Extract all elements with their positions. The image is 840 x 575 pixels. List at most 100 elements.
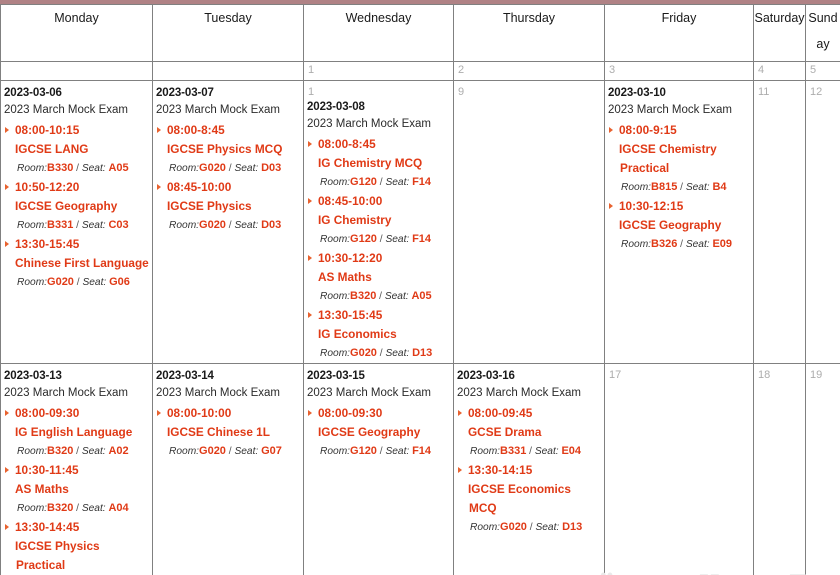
room-label: Room: bbox=[320, 348, 351, 359]
seat-label: Seat: bbox=[384, 291, 409, 302]
calendar-day-cell[interactable]: 1 2023-03-08 2023 March Mock Exam 08:00-8:4… bbox=[303, 80, 454, 364]
exam-slot-time-text: 13:30-15:45 bbox=[15, 237, 80, 251]
day-date-label: 2023-03-14 bbox=[156, 370, 214, 382]
exam-slot-time: 08:00-9:15 bbox=[608, 121, 750, 140]
exam-slot[interactable]: 10:30-12:20 AS Maths Room:B320 / Seat: A05 bbox=[307, 249, 450, 306]
exam-slot[interactable]: 10:50-12:20 IGCSE Geography Room:B331 / Se… bbox=[4, 178, 149, 235]
room-value: B331 bbox=[500, 445, 527, 457]
seat-value: F14 bbox=[412, 445, 432, 457]
weekday-header-row: Monday Tuesday Wednesday Thursday Friday Satu… bbox=[0, 4, 840, 62]
day-cell-content: 11 bbox=[754, 81, 805, 363]
room-value: B331 bbox=[47, 219, 74, 231]
triangle-right-icon bbox=[458, 467, 462, 473]
calendar-day-cell[interactable]: 2023-03-10 2023 March Mock Exam 08:00-9:15… bbox=[604, 80, 754, 364]
day-cell-content: 12 bbox=[806, 81, 840, 363]
exam-slot[interactable]: 13:30-14:45IGCSE Physics PracticalRoom:A… bbox=[4, 518, 149, 575]
exam-slot-subject: IG English Language bbox=[15, 425, 133, 439]
day-number-strip-cell[interactable]: 4 bbox=[753, 61, 806, 81]
exam-slot-subject: IGCSE Physics bbox=[167, 199, 252, 213]
calendar-day-cell[interactable]: 19 bbox=[805, 363, 840, 575]
triangle-right-icon bbox=[308, 410, 312, 416]
day-cell-content: 17 bbox=[605, 364, 753, 575]
seat-label: Seat: bbox=[81, 163, 106, 174]
seat-value: E04 bbox=[561, 445, 582, 457]
room-label: Room: bbox=[621, 182, 652, 193]
day-number-strip-cell[interactable]: 1 bbox=[303, 61, 454, 81]
calendar-day-cell[interactable]: 2023-03-07 2023 March Mock Exam 08:00-8:45… bbox=[152, 80, 304, 364]
day-cell-content: 2023-03-15 2023 March Mock Exam 08:00-09:3… bbox=[304, 364, 453, 575]
exam-slot[interactable]: 08:00-10:00 IGCSE Chinese 1L Room:G020 / S… bbox=[156, 404, 300, 461]
calendar-day-cell[interactable]: 17 bbox=[604, 363, 754, 575]
exam-slot[interactable]: 08:00-09:30 IGCSE Geography Room:G120 / Se… bbox=[307, 404, 450, 461]
day-number-strip-cell[interactable] bbox=[0, 61, 153, 81]
calendar-day-cell[interactable]: 11 bbox=[753, 80, 806, 364]
calendar-day-cell[interactable]: 9 bbox=[453, 80, 605, 364]
exam-slot-time-text: 08:00-09:45 bbox=[468, 406, 533, 420]
calendar-day-cell[interactable]: 2023-03-16 2023 March Mock Exam 08:00-09:4… bbox=[453, 363, 605, 575]
exam-slot[interactable]: 08:00-8:45 IG Chemistry MCQ Room:G120 / Se… bbox=[307, 135, 450, 192]
exam-slot-subject: IG Economics bbox=[318, 327, 397, 341]
calendar-day-cell[interactable]: 2023-03-14 2023 March Mock Exam 08:00-10:0… bbox=[152, 363, 304, 575]
exam-slot[interactable]: 08:45-10:00 IG Chemistry Room:G120 / Seat:… bbox=[307, 192, 450, 249]
seat-label: Seat: bbox=[81, 220, 106, 231]
seat-label: Seat: bbox=[81, 446, 106, 457]
exam-slot-time-text: 10:30-12:20 bbox=[318, 251, 383, 265]
exam-slot-time-text: 10:50-12:20 bbox=[15, 180, 80, 194]
exam-slot[interactable]: 10:30-12:15 IGCSE Geography Room:B326 / Se… bbox=[608, 197, 750, 254]
exam-slot-time-text: 10:30-11:45 bbox=[15, 463, 79, 477]
triangle-right-icon bbox=[308, 312, 312, 318]
exam-slot-time: 10:30-12:20 bbox=[307, 249, 450, 268]
seat-value: A05 bbox=[411, 290, 432, 302]
seat-label: Seat: bbox=[385, 234, 410, 245]
exam-slot[interactable]: 10:30-11:45 AS Maths Room:B320 / Seat: A04 bbox=[4, 461, 149, 518]
exam-slot[interactable]: 08:45-10:00 IGCSE Physics Room:G020 / Seat… bbox=[156, 178, 300, 235]
exam-slot-time: 10:30-12:15 bbox=[608, 197, 750, 216]
exam-slot[interactable]: 13:30-15:45 Chinese First Language Room:G0… bbox=[4, 235, 149, 292]
day-number-strip-cell[interactable]: 3 bbox=[604, 61, 754, 81]
weekday-header-thursday: Thursday bbox=[453, 4, 605, 62]
room-value: G120 bbox=[350, 233, 377, 245]
room-label: Room: bbox=[17, 446, 48, 457]
calendar-day-cell[interactable]: 12 bbox=[805, 80, 840, 364]
calendar-day-cell[interactable]: 2023-03-06 2023 March Mock Exam 08:00-10:1… bbox=[0, 80, 153, 364]
triangle-right-icon bbox=[308, 255, 312, 261]
room-label: Room: bbox=[169, 163, 200, 174]
exam-slot-subject: IGCSE Chemistry Practical bbox=[619, 142, 717, 175]
triangle-right-icon bbox=[157, 127, 161, 133]
exam-slot-time-text: 08:00-09:30 bbox=[15, 406, 80, 420]
room-seat-separator: / bbox=[526, 446, 535, 457]
calendar-day-cell[interactable]: 18 bbox=[753, 363, 806, 575]
calendar-day-cell[interactable]: 2023-03-13 2023 March Mock Exam 08:00-09:3… bbox=[0, 363, 153, 575]
exam-slot-time: 08:00-10:00 bbox=[156, 404, 300, 423]
day-number bbox=[153, 62, 303, 64]
day-number: 11 bbox=[758, 86, 770, 98]
triangle-right-icon bbox=[157, 410, 161, 416]
calendar-day-cell[interactable]: 2023-03-15 2023 March Mock Exam 08:00-09:3… bbox=[303, 363, 454, 575]
exam-slot-time-text: 08:00-10:00 bbox=[167, 406, 232, 420]
seat-label: Seat: bbox=[535, 522, 560, 533]
exam-slot-time: 13:30-14:15 bbox=[457, 461, 601, 480]
day-number: 18 bbox=[758, 369, 771, 381]
room-value: G020 bbox=[199, 219, 226, 231]
exam-slot-room-seat: Room:G020 / Seat: G06 bbox=[4, 273, 149, 292]
weekday-header-friday: Friday bbox=[604, 4, 754, 62]
exam-slot-room-seat: Room:G120 / Seat: F14 bbox=[307, 442, 450, 461]
exam-slot[interactable]: 08:00-09:45 GCSE Drama Room:B331 / Seat: E… bbox=[457, 404, 601, 461]
exam-slot[interactable]: 08:00-8:45 IGCSE Physics MCQ Room:G020 / S… bbox=[156, 121, 300, 178]
room-label: Room: bbox=[17, 277, 48, 288]
exam-slot[interactable]: 08:00-9:15 IGCSE Chemistry Practical Room:… bbox=[608, 121, 750, 197]
exam-slot[interactable]: 08:00-10:15 IGCSE LANG Room:B330 / Seat: A… bbox=[4, 121, 149, 178]
exam-slot[interactable]: 13:30-15:45 IG Economics Room:G020 / Seat:… bbox=[307, 306, 450, 363]
day-date-label: 2023-03-08 bbox=[307, 101, 365, 113]
room-label: Room: bbox=[320, 446, 351, 457]
day-number-strip-cell[interactable]: 2 bbox=[453, 61, 605, 81]
exam-slot[interactable]: 08:00-09:30 IG English Language Room:B320 … bbox=[4, 404, 149, 461]
day-number-strip-cell[interactable]: 5 bbox=[805, 61, 840, 81]
triangle-right-icon bbox=[5, 241, 9, 247]
day-number bbox=[1, 62, 152, 64]
room-seat-separator: / bbox=[73, 163, 82, 174]
weekday-header-monday: Monday bbox=[0, 4, 153, 62]
exam-slot[interactable]: 13:30-14:15 IGCSE Economics MCQ Room:G020 … bbox=[457, 461, 601, 537]
exam-session-title: 2023 March Mock Exam bbox=[156, 104, 280, 116]
day-number-strip-cell[interactable] bbox=[152, 61, 304, 81]
